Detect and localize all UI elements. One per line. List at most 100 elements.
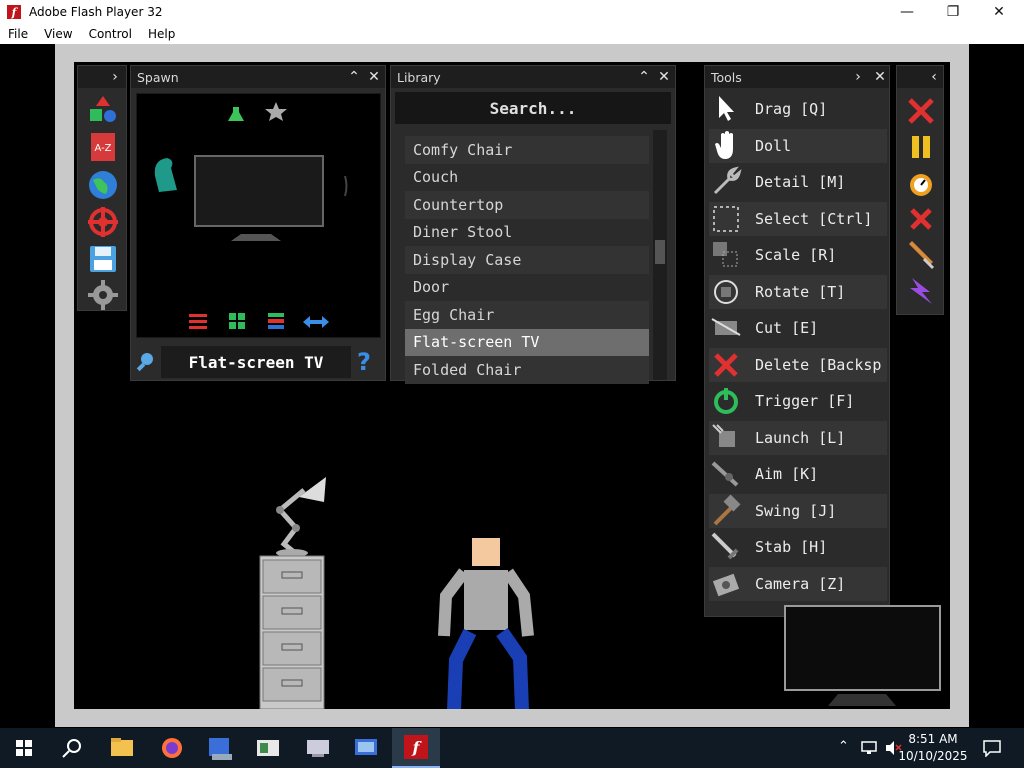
chevron-up-icon[interactable]: ⌃: [838, 739, 849, 754]
collapse-icon[interactable]: ⌃: [635, 68, 653, 86]
chair-thumbnail: [154, 158, 177, 192]
grid-icon: [229, 313, 245, 329]
app-icon[interactable]: [294, 728, 342, 768]
tool-delete[interactable]: Delete [Backsp: [709, 347, 887, 382]
tool-scale[interactable]: Scale [R]: [709, 238, 887, 272]
title-bar: f Adobe Flash Player 32 — ❐ ✕: [0, 0, 1024, 24]
library-item[interactable]: Comfy Chair: [405, 136, 649, 164]
minimize-button[interactable]: —: [884, 0, 930, 24]
library-item[interactable]: Diner Stool: [405, 219, 649, 247]
flat-screen-tv[interactable]: [782, 604, 944, 709]
delete-icon: [714, 352, 738, 377]
a-z-icon[interactable]: A-Z: [88, 132, 118, 162]
scale-icon: [713, 242, 738, 267]
tool-doll[interactable]: Doll: [709, 128, 887, 163]
marquee-icon: [713, 205, 739, 232]
help-icon[interactable]: ?: [357, 348, 379, 376]
search-icon[interactable]: [135, 350, 157, 372]
library-search[interactable]: Search...: [395, 92, 671, 124]
file-explorer-icon[interactable]: [98, 728, 146, 768]
close-icon[interactable]: ✕: [655, 68, 673, 86]
flask-icon: [228, 107, 244, 121]
tool-label: Stab [H]: [755, 538, 828, 556]
gear-icon[interactable]: [88, 280, 118, 310]
tool-trigger[interactable]: Trigger [F]: [709, 384, 887, 418]
collapse-icon[interactable]: ⌃: [345, 68, 363, 86]
close-icon[interactable]: ✕: [871, 68, 889, 86]
library-item[interactable]: Display Case: [405, 246, 649, 274]
spawn-search-field[interactable]: Flat-screen TV: [161, 346, 351, 378]
library-scrollbar[interactable]: [653, 130, 667, 380]
clear-all-icon[interactable]: [906, 96, 936, 126]
remove-icon[interactable]: [906, 204, 936, 234]
flash-icon: f: [404, 735, 428, 759]
tool-label: Drag [Q]: [755, 100, 828, 118]
menu-file[interactable]: File: [0, 27, 36, 41]
window-title: Adobe Flash Player 32: [29, 5, 163, 19]
tool-label: Detail [M]: [755, 173, 846, 191]
app-icon[interactable]: [196, 728, 244, 768]
notification-icon[interactable]: [982, 739, 1002, 757]
close-button[interactable]: ✕: [976, 0, 1022, 24]
network-icon[interactable]: [860, 740, 878, 756]
tool-cut[interactable]: Cut [E]: [709, 311, 887, 345]
library-header: Library ⌃ ✕: [391, 66, 675, 88]
system-clock[interactable]: 8:51 AM 10/10/2025: [898, 731, 968, 765]
save-icon[interactable]: [88, 244, 118, 274]
tool-rotate[interactable]: Rotate [T]: [709, 274, 887, 309]
menu-control[interactable]: Control: [81, 27, 140, 41]
tool-aim[interactable]: Aim [K]: [709, 457, 887, 491]
spawn-panel: Spawn ⌃ ✕ Flat-screen TV ?: [130, 65, 386, 381]
ragdoll-figure[interactable]: [436, 532, 536, 709]
shapes-icon[interactable]: [88, 94, 118, 124]
library-item[interactable]: Door: [405, 274, 649, 302]
spawn-preview[interactable]: [136, 93, 381, 338]
cut-icon: [711, 318, 741, 336]
menu-help[interactable]: Help: [140, 27, 183, 41]
flash-app-icon: f: [7, 5, 21, 19]
tool-camera[interactable]: Camera [Z]: [709, 566, 887, 601]
globe-icon[interactable]: [88, 170, 118, 200]
lightning-icon[interactable]: [906, 276, 936, 306]
game-stage[interactable]: › A-Z Spawn ⌃ ✕ Flat-screen TV ? Library…: [74, 62, 950, 709]
target-icon[interactable]: [88, 207, 118, 237]
chevron-right-icon[interactable]: ›: [849, 68, 867, 86]
tool-stab[interactable]: Stab [H]: [709, 530, 887, 564]
tool-detail[interactable]: Detail [M]: [709, 165, 887, 199]
library-item[interactable]: Folded Chair: [405, 356, 649, 384]
taskbar: f ⌃ 8:51 AM 10/10/2025: [0, 728, 1024, 768]
library-item[interactable]: Egg Chair: [405, 301, 649, 329]
tool-swing[interactable]: Swing [J]: [709, 493, 887, 528]
pause-icon[interactable]: [906, 132, 936, 162]
windows-start-icon[interactable]: [0, 728, 48, 768]
tool-launch[interactable]: Launch [L]: [709, 420, 887, 455]
library-item[interactable]: Countertop: [405, 191, 649, 219]
flash-taskbar-button[interactable]: f: [392, 728, 440, 768]
library-list: Comfy Chair Couch Countertop Diner Stool Dis…: [405, 136, 649, 384]
scroll-thumb[interactable]: [655, 240, 665, 264]
app-icon[interactable]: [244, 728, 292, 768]
menu-view[interactable]: View: [36, 27, 80, 41]
chevron-left-icon[interactable]: ‹: [925, 68, 943, 86]
tool-label: Doll: [755, 136, 792, 155]
app-icon[interactable]: [342, 728, 390, 768]
chevron-right-icon[interactable]: ›: [106, 68, 124, 86]
right-bar-header: ‹: [897, 66, 943, 88]
library-item[interactable]: Flat-screen TV: [405, 328, 649, 356]
close-icon[interactable]: ✕: [365, 68, 383, 86]
sword-icon: [711, 532, 739, 560]
search-icon[interactable]: [48, 728, 96, 768]
category-toolbar: › A-Z: [77, 65, 127, 311]
tool-drag[interactable]: Drag [Q]: [709, 92, 887, 126]
star-icon: [265, 102, 287, 121]
desk-lamp-and-cabinet[interactable]: [254, 462, 344, 709]
tool-label: Delete [Backsp: [755, 355, 882, 374]
tool-select[interactable]: Select [Ctrl]: [709, 201, 887, 236]
firefox-icon[interactable]: [148, 728, 196, 768]
knife-icon[interactable]: [906, 240, 936, 270]
library-item[interactable]: Couch: [405, 164, 649, 192]
restore-button[interactable]: ❐: [930, 0, 976, 24]
spawn-header: Spawn ⌃ ✕: [131, 66, 385, 88]
stopwatch-icon[interactable]: [906, 168, 936, 198]
left-bar-header: ›: [78, 66, 126, 88]
